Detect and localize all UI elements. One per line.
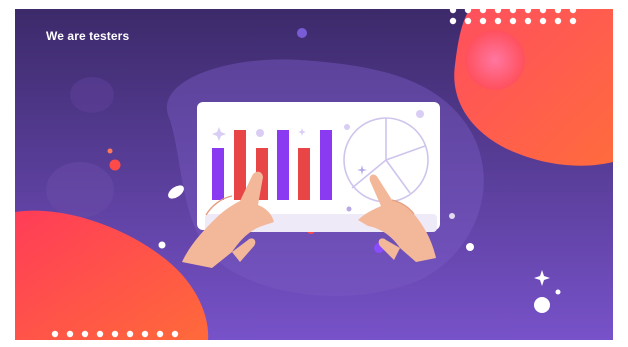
decorative-dots-bottom	[51, 330, 179, 338]
particle	[158, 241, 166, 249]
chart-bar	[277, 130, 289, 200]
particle	[534, 297, 550, 313]
particle	[344, 124, 350, 130]
particle	[555, 289, 561, 295]
particle	[449, 213, 455, 219]
chart-bar	[320, 130, 332, 200]
soft-blob-left-2	[46, 162, 114, 218]
brand-logo: We are testers	[46, 29, 130, 43]
particle	[107, 148, 113, 154]
particle	[346, 206, 352, 212]
particle	[466, 243, 474, 251]
particle	[109, 159, 121, 171]
particle	[256, 129, 264, 137]
chart-bar	[212, 148, 224, 200]
hero-illustration	[15, 9, 613, 340]
chart-bar	[298, 148, 310, 200]
chart-bar	[234, 130, 246, 200]
soft-blob-left	[70, 77, 114, 113]
particle	[297, 28, 307, 38]
particle	[416, 110, 424, 118]
top-right-glow	[465, 30, 525, 90]
